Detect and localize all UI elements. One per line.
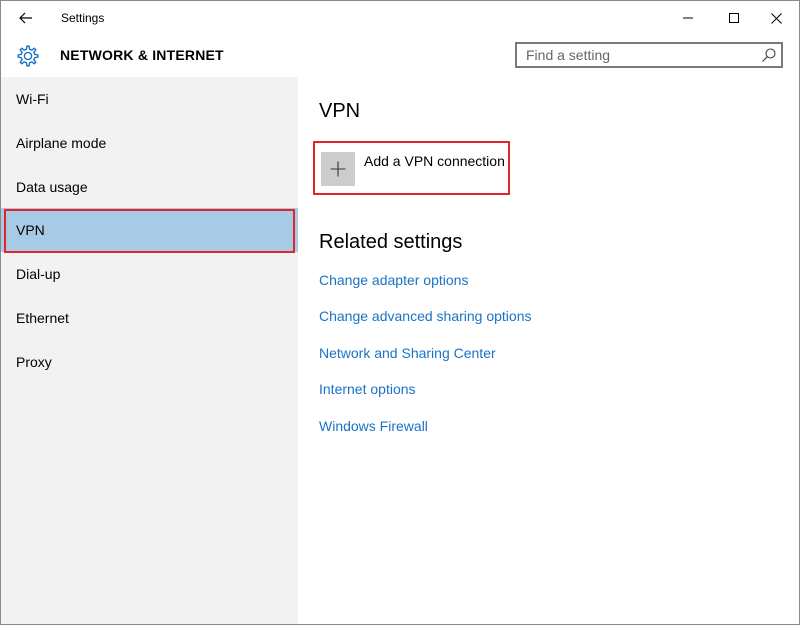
sidebar-item-airplane-mode[interactable]: Airplane mode [1,121,298,165]
search-icon[interactable] [761,47,777,63]
add-vpn-label: Add a VPN connection [364,153,505,169]
sidebar-item-label: Proxy [16,354,52,370]
link-windows-firewall[interactable]: Windows Firewall [319,418,428,434]
sidebar-item-label: Dial-up [16,266,61,282]
sidebar-item-wifi[interactable]: Wi-Fi [1,77,298,121]
sidebar-item-label: Ethernet [16,310,69,326]
sidebar-item-label: VPN [16,222,45,238]
search-input[interactable] [517,44,756,66]
sidebar-item-vpn[interactable]: VPN [1,208,298,253]
sidebar-item-dial-up[interactable]: Dial-up [1,252,298,296]
related-settings-title: Related settings [319,231,463,253]
back-arrow-icon [19,12,32,24]
sidebar-item-ethernet[interactable]: Ethernet [1,296,298,340]
back-button[interactable] [11,6,41,30]
sidebar-item-proxy[interactable]: Proxy [1,340,298,384]
window-title: Settings [61,11,105,25]
section-title: NETWORK & INTERNET [60,47,224,63]
maximize-button[interactable] [711,1,757,35]
close-button[interactable] [753,1,799,35]
title-bar: Settings [1,1,799,35]
sidebar: Wi-Fi Airplane mode Data usage VPN Dial-… [1,77,298,624]
gear-icon [15,43,41,69]
sidebar-item-label: Wi-Fi [16,91,49,107]
plus-icon [321,152,355,186]
minimize-icon [683,17,693,19]
link-change-advanced-sharing-options[interactable]: Change advanced sharing options [319,308,532,324]
link-internet-options[interactable]: Internet options [319,381,416,397]
sidebar-item-data-usage[interactable]: Data usage [1,165,298,209]
main-content: VPN Add a VPN connection Related setting… [298,77,799,624]
page-title: VPN [319,100,361,122]
link-network-and-sharing-center[interactable]: Network and Sharing Center [319,345,496,361]
minimize-button[interactable] [665,1,711,35]
sidebar-item-label: Airplane mode [16,135,107,151]
sidebar-item-label: Data usage [16,179,88,195]
close-icon [770,12,782,24]
maximize-icon [729,13,739,23]
link-change-adapter-options[interactable]: Change adapter options [319,272,468,288]
add-vpn-connection-button[interactable]: Add a VPN connection [313,141,510,195]
page-header: NETWORK & INTERNET [1,35,799,77]
settings-window: Settings NETWORK & INTERNET Find a setti… [0,0,800,625]
search-box[interactable] [515,42,783,68]
